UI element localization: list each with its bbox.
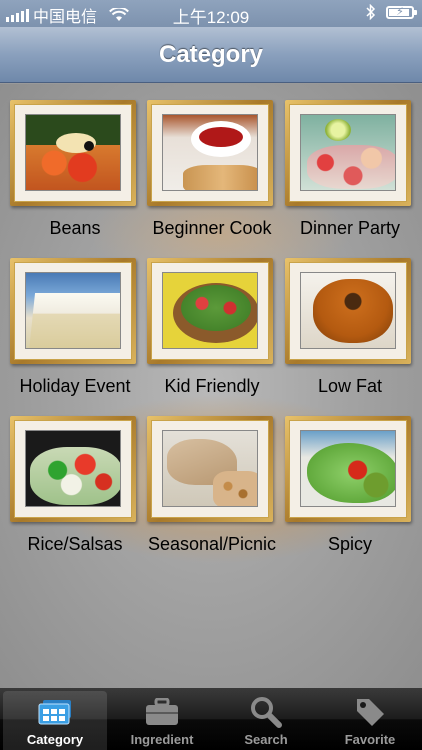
category-photo [25,430,121,507]
category-label: Beans [49,218,101,238]
photo-frame [285,258,411,364]
category-label: Holiday Event [19,376,131,396]
category-photo [300,114,396,191]
tab-ingredient[interactable]: Ingredient [110,688,214,750]
category-label: Spicy [327,534,372,554]
battery-icon: ⚡ [386,5,417,19]
category-photo [162,430,258,507]
clock: 上午12:09 [172,8,250,27]
category-photo [162,272,258,349]
category-tile-dinner-party[interactable]: Dinner Party [285,100,415,239]
category-label: Dinner Party [299,218,401,238]
tab-category[interactable]: Category [3,691,107,750]
category-photo [25,272,121,349]
category-tile-kid-friendly[interactable]: Kid Friendly [147,258,277,397]
photo-frame [10,416,136,522]
category-tile-beans[interactable]: Beans [10,100,140,239]
category-label: Rice/Salsas [27,534,123,554]
tab-favorite[interactable]: Favorite [318,688,422,750]
category-tile-seasonal-picnic[interactable]: Seasonal/Picnic [147,416,277,555]
status-bar: 中国电信 上午12:09 ⚡ [0,0,422,27]
photo-frame [147,100,273,206]
tag-icon [350,696,390,728]
tab-search[interactable]: Search [214,688,318,750]
photo-frame [285,416,411,522]
category-grid: Beans Beginner Cook Dinner Party Holiday… [0,84,422,688]
search-icon [246,696,286,728]
category-tile-low-fat[interactable]: Low Fat [285,258,415,397]
bluetooth-icon [366,4,376,20]
tab-label: Ingredient [130,732,194,747]
category-photo [162,114,258,191]
briefcase-icon [142,696,182,728]
tab-bar: Category Ingredient Search Favorite [0,688,422,750]
photo-frame [10,258,136,364]
photo-frame [147,416,273,522]
category-label: Low Fat [317,376,383,396]
category-tile-rice-salsas[interactable]: Rice/Salsas [10,416,140,555]
photo-frame [147,258,273,364]
category-label: Beginner Cook [152,218,272,238]
navigation-bar: Category [0,27,422,83]
category-tile-holiday-event[interactable]: Holiday Event [10,258,140,397]
category-icon [35,696,75,728]
category-photo [300,272,396,349]
photo-frame [10,100,136,206]
tab-label: Search [244,732,288,747]
category-tile-spicy[interactable]: Spicy [285,416,415,555]
photo-frame [285,100,411,206]
category-label: Kid Friendly [164,376,260,396]
category-photo [300,430,396,507]
category-photo [25,114,121,191]
tab-label: Favorite [344,732,396,747]
category-tile-beginner-cook[interactable]: Beginner Cook [147,100,277,239]
page-title: Category [158,40,264,68]
tab-label: Category [26,732,84,747]
category-label: Seasonal/Picnic [147,534,277,554]
